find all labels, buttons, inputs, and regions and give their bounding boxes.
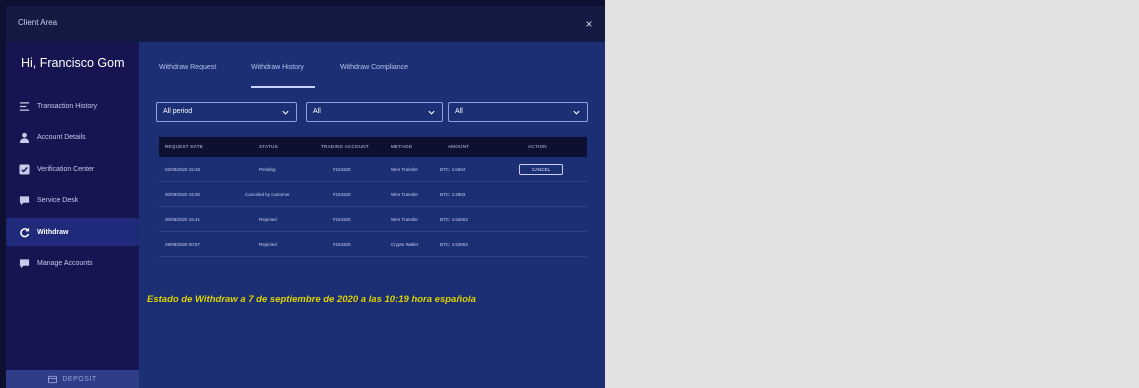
cell-method: Wire Transfer xyxy=(391,217,419,222)
sidebar-item-label: Manage Accounts xyxy=(37,259,93,267)
sidebar-item-label: Verification Center xyxy=(37,165,95,173)
chevron-down-icon xyxy=(573,110,580,115)
cell-date: 29/08/2020 00:57 xyxy=(165,242,201,247)
column-header: ACTION xyxy=(528,144,547,149)
cell-amount: BTC: 4.52653 xyxy=(440,242,468,247)
deposit-button[interactable]: DEPOSIT xyxy=(6,370,139,388)
sidebar-item-label: Account Details xyxy=(37,133,86,141)
refresh-icon xyxy=(18,226,30,238)
table-row: 30/08/2020 16:41 Rejected #104320 Wire T… xyxy=(159,208,587,232)
user-icon xyxy=(18,131,30,143)
cell-status: Rejected xyxy=(259,217,277,222)
cell-account: #104320 xyxy=(333,242,351,247)
check-icon xyxy=(18,163,30,175)
column-header: METHOD xyxy=(391,144,413,149)
sidebar-item-withdraw[interactable]: Withdraw xyxy=(6,218,139,246)
chevron-down-icon xyxy=(428,110,435,115)
sidebar: Hi, Francisco Gom Transaction History Ac… xyxy=(6,42,139,388)
table-row: 00/09/2020 19:30 Canceled by customer #1… xyxy=(159,183,587,207)
table-row: 29/08/2020 00:57 Rejected #104320 Crypto… xyxy=(159,233,587,257)
sidebar-item-label: Transaction History xyxy=(37,102,98,110)
user-greeting: Hi, Francisco Gom xyxy=(21,56,125,70)
list-icon xyxy=(18,100,30,112)
cell-account: #104320 xyxy=(333,167,351,172)
table-row: 02/09/2020 15:48 Pending #104320 Wire Tr… xyxy=(159,158,587,182)
withdraw-status-annotation: Estado de Withdraw a 7 de septiembre de … xyxy=(147,294,476,305)
cell-date: 30/08/2020 16:41 xyxy=(165,217,201,222)
cell-amount: BTC: 4.5604 xyxy=(440,167,466,172)
sidebar-item-transaction-history[interactable]: Transaction History xyxy=(6,92,139,120)
table-header: REQUEST DATE STATUS TRADING ACCOUNT METH… xyxy=(159,137,587,157)
cell-amount: BTC: 4.2803 xyxy=(440,192,466,197)
cell-date: 02/09/2020 15:48 xyxy=(165,167,201,172)
cell-method: Wire Transfer xyxy=(391,192,419,197)
tab-withdraw-compliance[interactable]: Withdraw Compliance xyxy=(340,64,408,71)
cell-account: #104320 xyxy=(333,192,351,197)
sidebar-item-account-details[interactable]: Account Details xyxy=(6,123,139,151)
filter-value: All xyxy=(455,108,463,115)
sidebar-item-verification-center[interactable]: Verification Center xyxy=(6,155,139,183)
cell-amount: BTC: 4.52653 xyxy=(440,217,468,222)
tab-withdraw-request[interactable]: Withdraw Request xyxy=(159,64,216,71)
deposit-label: DEPOSIT xyxy=(62,375,97,383)
sidebar-item-label: Service Desk xyxy=(37,196,79,204)
cancel-withdraw-button[interactable]: CANCEL xyxy=(519,164,563,175)
sidebar-item-label: Withdraw xyxy=(37,228,69,236)
cell-method: Wire Transfer xyxy=(391,167,419,172)
chat-icon xyxy=(18,194,30,206)
filter-value: All xyxy=(313,108,321,115)
cell-status: Rejected xyxy=(259,242,277,247)
status-filter-select[interactable]: All xyxy=(306,102,443,122)
sidebar-item-manage-accounts[interactable]: Manage Accounts xyxy=(6,249,139,277)
tab-withdraw-history[interactable]: Withdraw History xyxy=(251,64,304,71)
filter-value: All period xyxy=(163,108,193,115)
sidebar-item-service-desk[interactable]: Service Desk xyxy=(6,186,139,214)
column-header: TRADING ACCOUNT xyxy=(321,144,370,149)
cell-status: Pending xyxy=(259,167,276,172)
cell-date: 00/09/2020 19:30 xyxy=(165,192,201,197)
column-header: REQUEST DATE xyxy=(165,144,204,149)
chat-icon xyxy=(18,257,30,269)
window-titlebar: Client Area × xyxy=(6,6,605,42)
active-tab-underline xyxy=(251,86,315,88)
main-panel: Withdraw Request Withdraw History Withdr… xyxy=(139,42,605,388)
chevron-down-icon xyxy=(282,110,289,115)
window-title: Client Area xyxy=(18,18,58,27)
screenshot-frame: Client Area × Hi, Francisco Gom Transact… xyxy=(0,0,605,388)
close-icon[interactable]: × xyxy=(581,16,597,32)
period-filter-select[interactable]: All period xyxy=(156,102,297,122)
cell-account: #104320 xyxy=(333,217,351,222)
cell-method: Crypto Wallet xyxy=(391,242,418,247)
cell-status: Canceled by customer xyxy=(245,192,290,197)
column-header: AMOUNT xyxy=(448,144,470,149)
method-filter-select[interactable]: All xyxy=(448,102,588,122)
wallet-icon xyxy=(48,375,58,383)
column-header: STATUS xyxy=(259,144,278,149)
